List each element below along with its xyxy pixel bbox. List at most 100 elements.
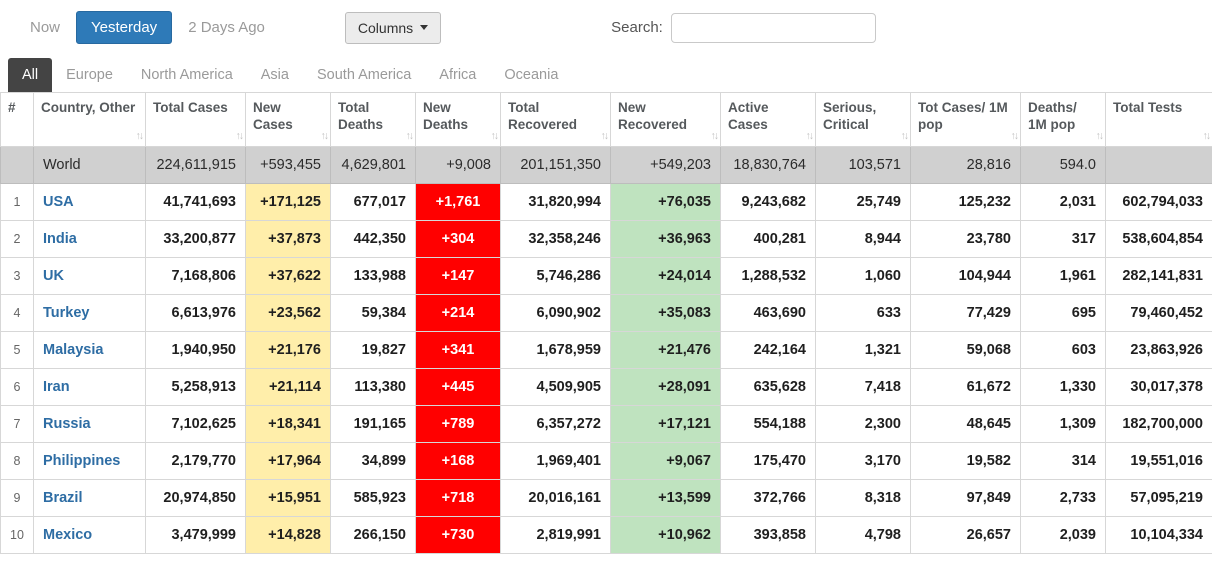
header-row: # Country, Other↑↓Total Cases↑↓New Cases↑… — [1, 93, 1212, 147]
column-header-serious-critical[interactable]: Serious, Critical↑↓ — [816, 93, 911, 147]
column-header-new-deaths[interactable]: New Deaths↑↓ — [416, 93, 501, 147]
cell-total-deaths: 266,150 — [331, 517, 416, 554]
columns-dropdown-button[interactable]: Columns — [345, 12, 441, 44]
cell-total-cases: 5,258,913 — [146, 369, 246, 406]
cell-tot-cases-1m: 77,429 — [911, 295, 1021, 332]
cell-total-cases: 7,102,625 — [146, 406, 246, 443]
column-header-deaths-1m-pop[interactable]: Deaths/ 1M pop↑↓ — [1021, 93, 1106, 147]
cell-serious-critical: 2,300 — [816, 406, 911, 443]
country-link[interactable]: Brazil — [43, 490, 83, 506]
cell-active-cases: 554,188 — [721, 406, 816, 443]
cell-tot-cases-1m: 48,645 — [911, 406, 1021, 443]
cell-rank — [1, 147, 34, 184]
cell-rank: 6 — [1, 369, 34, 406]
tab-oceania[interactable]: Oceania — [490, 58, 572, 92]
cell-active-cases: 463,690 — [721, 295, 816, 332]
cell-deaths-1m: 2,031 — [1021, 184, 1106, 221]
column-header-label: New Recovered — [618, 100, 714, 134]
cell-deaths-1m: 695 — [1021, 295, 1106, 332]
cell-tot-cases-1m: 26,657 — [911, 517, 1021, 554]
column-header-country-other[interactable]: Country, Other↑↓ — [34, 93, 146, 147]
cell-new-deaths: +9,008 — [416, 147, 501, 184]
cell-serious-critical: 25,749 — [816, 184, 911, 221]
column-header-total-deaths[interactable]: Total Deaths↑↓ — [331, 93, 416, 147]
tab-asia[interactable]: Asia — [247, 58, 303, 92]
column-header-label: Total Recovered — [508, 100, 604, 134]
column-header-tot-cases-1m-pop[interactable]: Tot Cases/ 1M pop↑↓ — [911, 93, 1021, 147]
cell-new-recovered: +21,476 — [611, 332, 721, 369]
tab-africa[interactable]: Africa — [425, 58, 490, 92]
country-link[interactable]: Turkey — [43, 305, 89, 321]
cell-total-deaths: 59,384 — [331, 295, 416, 332]
cell-total-tests: 538,604,854 — [1106, 221, 1212, 258]
country-link[interactable]: USA — [43, 194, 74, 210]
world-row: World224,611,915+593,4554,629,801+9,0082… — [1, 147, 1212, 184]
cell-total-deaths: 677,017 — [331, 184, 416, 221]
country-link[interactable]: Russia — [43, 416, 91, 432]
search-input[interactable] — [671, 13, 876, 43]
cell-new-recovered: +35,083 — [611, 295, 721, 332]
table-row: 4Turkey6,613,976+23,56259,384+2146,090,9… — [1, 295, 1212, 332]
table-row: 10Mexico3,479,999+14,828266,150+7302,819… — [1, 517, 1212, 554]
cell-deaths-1m: 1,330 — [1021, 369, 1106, 406]
column-header-label: New Cases — [253, 100, 324, 134]
country-link[interactable]: Malaysia — [43, 342, 103, 358]
cell-total-cases: 3,479,999 — [146, 517, 246, 554]
cell-new-deaths: +147 — [416, 258, 501, 295]
tab-south-america[interactable]: South America — [303, 58, 425, 92]
continent-tabs: AllEuropeNorth AmericaAsiaSouth AmericaA… — [0, 58, 1212, 92]
country-link[interactable]: India — [43, 231, 77, 247]
column-header-new-recovered[interactable]: New Recovered↑↓ — [611, 93, 721, 147]
cell-total-recovered: 1,678,959 — [501, 332, 611, 369]
cell-active-cases: 372,766 — [721, 480, 816, 517]
cell-total-deaths: 133,988 — [331, 258, 416, 295]
column-header-total-recovered[interactable]: Total Recovered↑↓ — [501, 93, 611, 147]
cell-tot-cases-1m: 61,672 — [911, 369, 1021, 406]
cell-tot-cases-1m: 97,849 — [911, 480, 1021, 517]
cell-serious-critical: 4,798 — [816, 517, 911, 554]
table-row: 9Brazil20,974,850+15,951585,923+71820,01… — [1, 480, 1212, 517]
cell-new-recovered: +9,067 — [611, 443, 721, 480]
cell-deaths-1m: 314 — [1021, 443, 1106, 480]
cell-total-recovered: 201,151,350 — [501, 147, 611, 184]
cell-serious-critical: 633 — [816, 295, 911, 332]
cell-tot-cases-1m: 125,232 — [911, 184, 1021, 221]
column-header-new-cases[interactable]: New Cases↑↓ — [246, 93, 331, 147]
column-header-label: Total Tests — [1113, 100, 1206, 117]
tab-all[interactable]: All — [8, 58, 52, 92]
cell-country: Mexico — [34, 517, 146, 554]
cell-total-deaths: 191,165 — [331, 406, 416, 443]
cell-total-tests: 182,700,000 — [1106, 406, 1212, 443]
yesterday-button[interactable]: Yesterday — [76, 11, 172, 44]
country-link[interactable]: Iran — [43, 379, 70, 395]
now-button[interactable]: Now — [20, 13, 70, 42]
column-header-total-cases[interactable]: Total Cases↑↓ — [146, 93, 246, 147]
cell-country: Philippines — [34, 443, 146, 480]
cell-new-deaths: +718 — [416, 480, 501, 517]
country-link[interactable]: Philippines — [43, 453, 120, 469]
tab-europe[interactable]: Europe — [52, 58, 127, 92]
cell-new-cases: +15,951 — [246, 480, 331, 517]
cell-serious-critical: 1,060 — [816, 258, 911, 295]
country-link[interactable]: UK — [43, 268, 64, 284]
tab-north-america[interactable]: North America — [127, 58, 247, 92]
column-header-total-tests[interactable]: Total Tests↑↓ — [1106, 93, 1212, 147]
country-link[interactable]: Mexico — [43, 527, 92, 543]
covid-stats-table: # Country, Other↑↓Total Cases↑↓New Cases↑… — [0, 92, 1212, 554]
cell-total-deaths: 19,827 — [331, 332, 416, 369]
cell-total-recovered: 6,357,272 — [501, 406, 611, 443]
table-row: 1USA41,741,693+171,125677,017+1,76131,82… — [1, 184, 1212, 221]
cell-country: Turkey — [34, 295, 146, 332]
cell-country: World — [34, 147, 146, 184]
cell-new-deaths: +730 — [416, 517, 501, 554]
table-row: 2India33,200,877+37,873442,350+30432,358… — [1, 221, 1212, 258]
cell-total-tests: 10,104,334 — [1106, 517, 1212, 554]
cell-new-recovered: +28,091 — [611, 369, 721, 406]
cell-new-deaths: +1,761 — [416, 184, 501, 221]
column-header-[interactable]: # — [1, 93, 34, 147]
cell-total-recovered: 2,819,991 — [501, 517, 611, 554]
column-header-active-cases[interactable]: Active Cases↑↓ — [721, 93, 816, 147]
cell-country: Brazil — [34, 480, 146, 517]
two-days-ago-button[interactable]: 2 Days Ago — [178, 13, 275, 42]
column-header-label: # — [8, 100, 27, 117]
